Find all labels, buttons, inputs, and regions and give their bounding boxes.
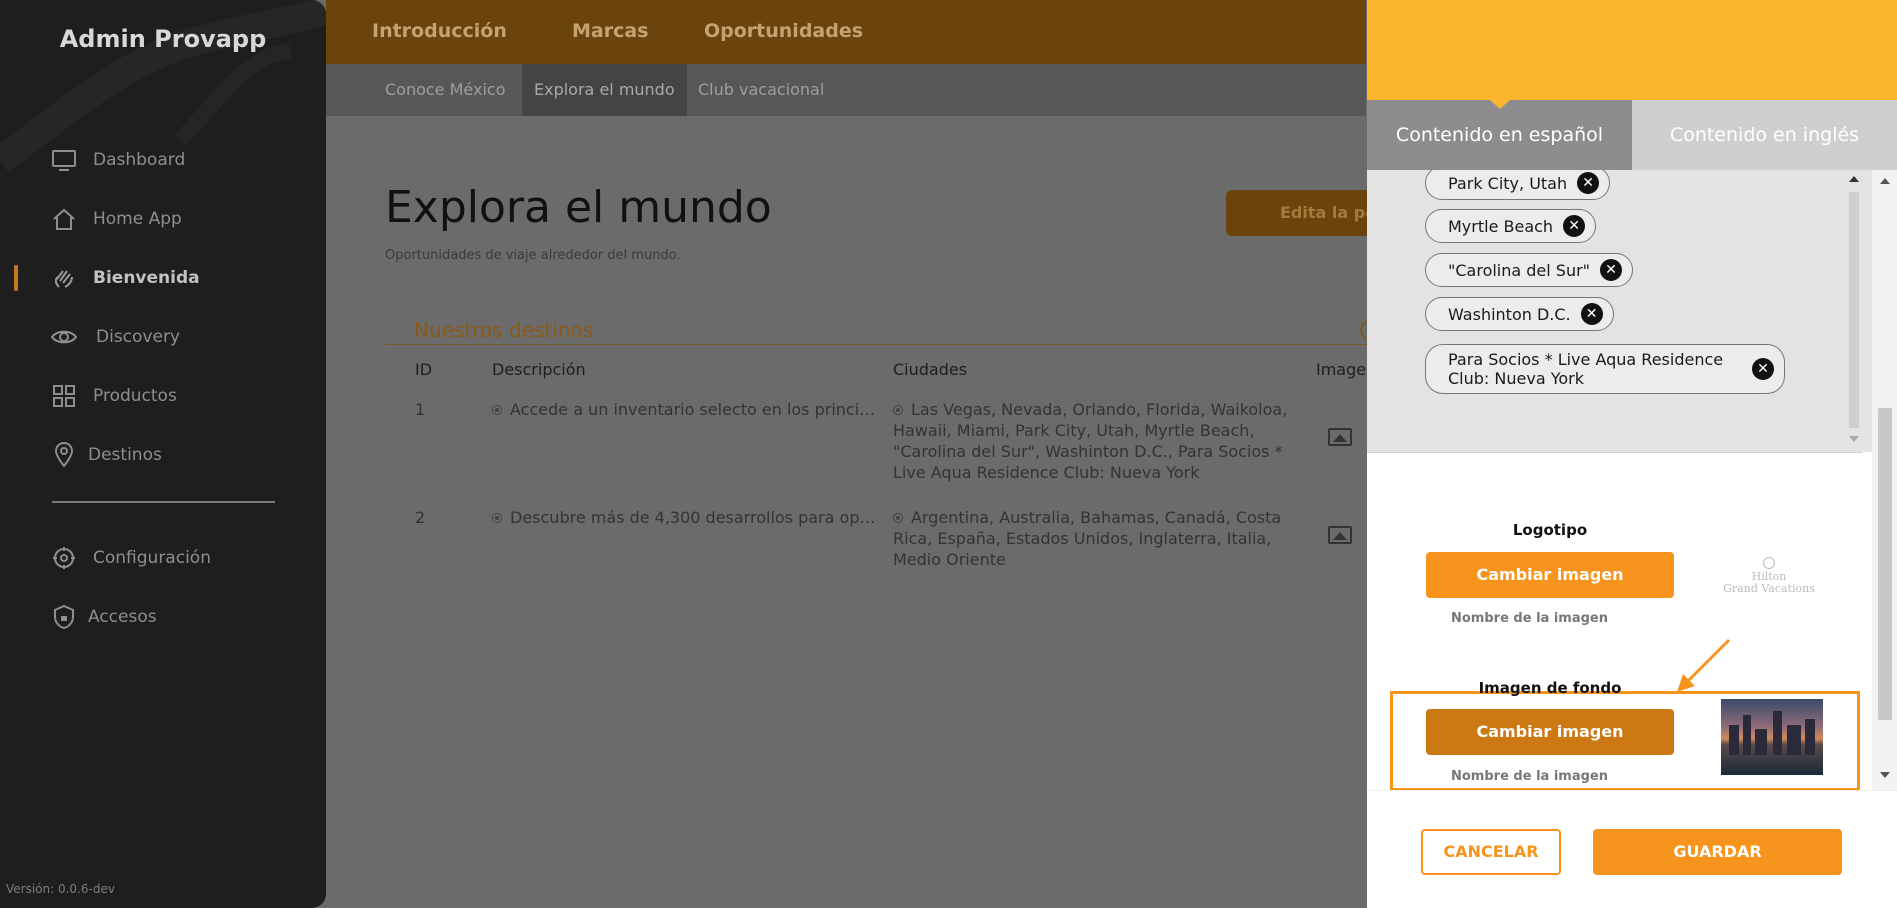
row-id: 1 (415, 400, 426, 419)
page-subtitle: Oportunidades de viaje alrededor del mun… (385, 248, 681, 263)
row-id: 2 (415, 508, 426, 527)
hilton-logo-icon (1763, 557, 1775, 569)
background-preview (1721, 699, 1823, 775)
image-icon[interactable] (1328, 526, 1352, 544)
eye-icon (50, 323, 78, 351)
change-background-button[interactable]: Cambiar imagen (1426, 709, 1674, 755)
scroll-up-icon[interactable] (1880, 178, 1890, 184)
sidebar-item-label: Destinos (88, 445, 162, 465)
section-title: Nuestros destinos (414, 318, 594, 342)
panel-footer: CANCELAR GUARDAR (1367, 790, 1897, 908)
language-tabs: Contenido en español Contenido en inglés (1367, 99, 1897, 170)
sidebar-item-label: Home App (93, 209, 182, 229)
tab-introduccion[interactable]: Introducción (372, 20, 507, 42)
background-filename: Nombre de la imagen (1451, 769, 1608, 784)
image-icon[interactable] (1328, 428, 1352, 446)
city-tag: Myrtle Beach ✕ (1425, 209, 1597, 243)
edit-panel: Contenido en español Contenido en inglés… (1367, 0, 1897, 908)
row-cities: Las Vegas, Nevada, Orlando, Florida, Wai… (893, 400, 1288, 482)
sidebar-item-label: Configuración (93, 548, 211, 568)
edit-button[interactable]: Edita la po (1226, 190, 1386, 236)
background-label: Imagen de fondo (1478, 679, 1622, 697)
main-content: Explora el mundo Oportunidades de viaje … (326, 116, 1386, 908)
logo-preview: Hilton Grand Vacations (1713, 557, 1825, 605)
bullet-icon (492, 513, 502, 523)
remove-tag-icon[interactable]: ✕ (1752, 358, 1774, 380)
sidebar-item-label: Productos (93, 386, 177, 406)
shield-lock-icon (50, 603, 78, 631)
table-header-ciudades: Ciudades (893, 360, 968, 379)
city-tag: Washinton D.C. ✕ (1425, 297, 1614, 331)
tab-oportunidades[interactable]: Oportunidades (704, 20, 863, 42)
scroll-thumb[interactable] (1849, 192, 1859, 428)
bullet-icon (893, 513, 903, 523)
sub-navigation: Conoce México Explora el mundo Club vaca… (326, 64, 1366, 116)
image-form: Logotipo Cambiar imagen Nombre de la ima… (1367, 453, 1872, 791)
monitor-icon (50, 146, 78, 174)
bullet-icon (492, 405, 502, 415)
home-icon (50, 205, 78, 233)
bullet-icon (893, 405, 903, 415)
sidebar-item-dashboard[interactable]: Dashboard (0, 140, 326, 180)
cities-tag-list: Park City, Utah ✕ Myrtle Beach ✕ "Carolina… (1367, 170, 1897, 452)
city-tag: Park City, Utah ✕ (1425, 170, 1611, 200)
tags-scrollbar[interactable] (1845, 170, 1863, 452)
page-title: Explora el mundo (385, 182, 772, 233)
sidebar-item-label: Dashboard (93, 150, 186, 170)
city-tag: "Carolina del Sur" ✕ (1425, 253, 1634, 287)
table-header-id: ID (415, 360, 433, 379)
remove-tag-icon[interactable]: ✕ (1563, 215, 1586, 237)
section-divider (385, 344, 1385, 345)
cancel-button[interactable]: CANCELAR (1421, 829, 1561, 875)
remove-tag-icon[interactable]: ✕ (1580, 303, 1603, 325)
sidebar-item-label: Discovery (96, 327, 180, 347)
subtab-club-vacacional[interactable]: Club vacacional (686, 64, 836, 116)
scroll-up-icon[interactable] (1849, 176, 1859, 182)
map-pin-icon (50, 441, 78, 469)
logo-label: Logotipo (1512, 521, 1588, 539)
app-version: Versión: 0.0.6-dev (6, 882, 115, 896)
table-header-descripcion: Descripción (492, 360, 586, 379)
tab-contenido-ingles[interactable]: Contenido en inglés (1632, 100, 1897, 170)
subtab-explora-el-mundo[interactable]: Explora el mundo (522, 64, 687, 116)
sidebar-item-label: Accesos (88, 607, 157, 627)
sidebar-item-configuracion[interactable]: Configuración (0, 538, 326, 578)
sidebar-item-destinos[interactable]: Destinos (0, 435, 326, 475)
wave-hand-icon (50, 264, 78, 292)
sidebar: Admin Provapp Dashboard Home App Bienven… (0, 0, 326, 908)
gear-icon (50, 544, 78, 572)
subtab-conoce-mexico[interactable]: Conoce México (373, 64, 517, 116)
top-navigation: Introducción Marcas Oportunidades (326, 0, 1366, 64)
sidebar-divider (52, 501, 275, 503)
sidebar-item-productos[interactable]: Productos (0, 376, 326, 416)
app-title: Admin Provapp (59, 25, 267, 53)
logo-filename: Nombre de la imagen (1451, 611, 1608, 626)
row-description: Descubre más de 4,300 desarrollos para o… (492, 507, 875, 528)
grid-icon (50, 382, 78, 410)
sidebar-item-discovery[interactable]: Discovery (0, 317, 326, 357)
scroll-down-icon[interactable] (1880, 772, 1890, 778)
sidebar-item-home-app[interactable]: Home App (0, 199, 326, 239)
sidebar-item-accesos[interactable]: Accesos (0, 597, 326, 637)
sidebar-item-bienvenida[interactable]: Bienvenida (0, 258, 326, 298)
panel-scrollbar[interactable] (1872, 170, 1897, 790)
panel-header (1367, 0, 1897, 100)
tab-contenido-espanol[interactable]: Contenido en español (1367, 99, 1632, 170)
row-description: Accede a un inventario selecto en los pr… (492, 399, 875, 420)
row-cities: Argentina, Australia, Bahamas, Canadá, C… (893, 508, 1282, 569)
remove-tag-icon[interactable]: ✕ (1577, 172, 1600, 194)
sidebar-item-label: Bienvenida (93, 268, 200, 288)
arrow-annotation-icon (1677, 638, 1731, 692)
change-logo-button[interactable]: Cambiar imagen (1426, 552, 1674, 598)
save-button[interactable]: GUARDAR (1593, 829, 1842, 875)
tab-marcas[interactable]: Marcas (572, 20, 649, 42)
city-tag: Para Socios * Live Aqua Residence Club: … (1425, 344, 1785, 394)
remove-tag-icon[interactable]: ✕ (1600, 259, 1623, 281)
scroll-down-icon[interactable] (1849, 436, 1859, 442)
scroll-thumb[interactable] (1878, 408, 1892, 720)
